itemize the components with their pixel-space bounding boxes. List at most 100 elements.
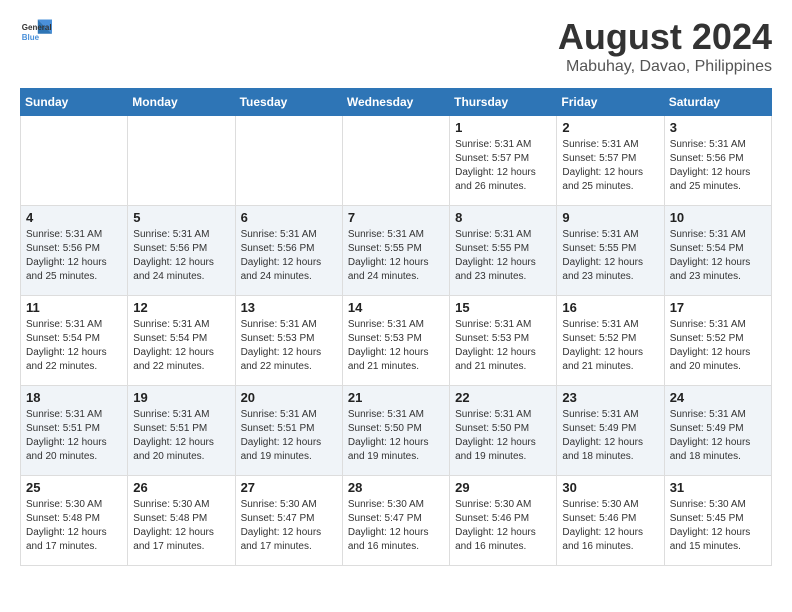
calendar-title: August 2024 [558, 16, 772, 58]
col-wednesday: Wednesday [342, 89, 449, 116]
day-cell: 24Sunrise: 5:31 AM Sunset: 5:49 PM Dayli… [664, 386, 771, 476]
col-sunday: Sunday [21, 89, 128, 116]
day-number: 28 [348, 480, 444, 495]
day-info: Sunrise: 5:31 AM Sunset: 5:50 PM Dayligh… [348, 408, 444, 464]
day-cell [21, 116, 128, 206]
logo: General Blue [20, 16, 52, 48]
day-cell: 19Sunrise: 5:31 AM Sunset: 5:51 PM Dayli… [128, 386, 235, 476]
day-number: 15 [455, 300, 551, 315]
day-number: 2 [562, 120, 658, 135]
day-cell: 6 Sunrise: 5:31 AM Sunset: 5:56 PM Daylig… [235, 206, 342, 296]
day-info: Sunrise: 5:31 AM Sunset: 5:53 PM Dayligh… [348, 318, 444, 374]
day-number: 13 [241, 300, 337, 315]
day-info: Sunrise: 5:30 AM Sunset: 5:45 PM Dayligh… [670, 498, 766, 554]
col-friday: Friday [557, 89, 664, 116]
day-cell: 4Sunrise: 5:31 AM Sunset: 5:56 PM Daylig… [21, 206, 128, 296]
day-info: Sunrise: 5:30 AM Sunset: 5:47 PM Dayligh… [241, 498, 337, 554]
day-number: 7 [348, 210, 444, 225]
header: General Blue August 2024 Mabuhay, Davao,… [20, 16, 772, 76]
logo-icon: General Blue [20, 16, 52, 48]
calendar-table: Sunday Monday Tuesday Wednesday Thursday… [20, 88, 772, 566]
day-info: Sunrise: 5:31 AM Sunset: 5:49 PM Dayligh… [562, 408, 658, 464]
calendar-subtitle: Mabuhay, Davao, Philippines [558, 58, 772, 76]
day-info: Sunrise: 5:30 AM Sunset: 5:48 PM Dayligh… [133, 498, 229, 554]
day-number: 12 [133, 300, 229, 315]
day-number: 1 [455, 120, 551, 135]
day-cell: 20 Sunrise: 5:31 AM Sunset: 5:51 PM Dayli… [235, 386, 342, 476]
week-row-2: 4 Sunrise: 5:31 AM Sunset: 5:56 PM Daylig… [21, 206, 772, 296]
day-cell: 30 Sunrise: 5:30 AM Sunset: 5:46 PM Dayli… [557, 476, 664, 566]
day-cell: 8 Sunrise: 5:31 AM Sunset: 5:55 PM Daylig… [450, 206, 557, 296]
day-info: Sunrise: 5:31 AM Sunset: 5:55 PM Dayligh… [562, 228, 658, 284]
day-number: 31 [670, 480, 766, 495]
day-cell [342, 116, 449, 206]
day-number: 3 [670, 120, 766, 135]
day-info: Sunrise: 5:31 AM Sunset: 5:55 PM Dayligh… [455, 228, 551, 284]
day-number: 29 [455, 480, 551, 495]
day-info: Sunrise: 5:31 AM Sunset: 5:52 PM Dayligh… [670, 318, 766, 374]
day-cell: 14 Sunrise: 5:31 AM Sunset: 5:53 PM Dayli… [342, 296, 449, 386]
day-cell: 15Sunrise: 5:31 AM Sunset: 5:53 PM Dayli… [450, 296, 557, 386]
day-info: Sunrise: 5:31 AM Sunset: 5:52 PM Dayligh… [562, 318, 658, 374]
day-number: 24 [670, 390, 766, 405]
svg-text:Blue: Blue [22, 33, 40, 42]
day-info: Sunrise: 5:31 AM Sunset: 5:55 PM Dayligh… [348, 228, 444, 284]
day-info: Sunrise: 5:30 AM Sunset: 5:47 PM Dayligh… [348, 498, 444, 554]
day-cell: 17 Sunrise: 5:31 AM Sunset: 5:52 PM Dayli… [664, 296, 771, 386]
col-saturday: Saturday [664, 89, 771, 116]
col-tuesday: Tuesday [235, 89, 342, 116]
day-number: 30 [562, 480, 658, 495]
day-info: Sunrise: 5:31 AM Sunset: 5:54 PM Dayligh… [670, 228, 766, 284]
day-cell: 16 Sunrise: 5:31 AM Sunset: 5:52 PM Dayli… [557, 296, 664, 386]
day-number: 11 [26, 300, 122, 315]
title-block: August 2024 Mabuhay, Davao, Philippines [558, 16, 772, 76]
day-number: 6 [241, 210, 337, 225]
day-number: 8 [455, 210, 551, 225]
day-number: 21 [348, 390, 444, 405]
day-info: Sunrise: 5:31 AM Sunset: 5:51 PM Dayligh… [241, 408, 337, 464]
day-info: Sunrise: 5:30 AM Sunset: 5:46 PM Dayligh… [455, 498, 551, 554]
day-cell: 9Sunrise: 5:31 AM Sunset: 5:55 PM Daylig… [557, 206, 664, 296]
page-container: General Blue August 2024 Mabuhay, Davao,… [0, 0, 792, 582]
header-row: Sunday Monday Tuesday Wednesday Thursday… [21, 89, 772, 116]
day-info: Sunrise: 5:31 AM Sunset: 5:57 PM Dayligh… [562, 138, 658, 194]
day-info: Sunrise: 5:30 AM Sunset: 5:46 PM Dayligh… [562, 498, 658, 554]
day-info: Sunrise: 5:31 AM Sunset: 5:51 PM Dayligh… [26, 408, 122, 464]
day-cell [235, 116, 342, 206]
day-cell: 7 Sunrise: 5:31 AM Sunset: 5:55 PM Daylig… [342, 206, 449, 296]
day-cell: 18 Sunrise: 5:31 AM Sunset: 5:51 PM Dayli… [21, 386, 128, 476]
day-cell [128, 116, 235, 206]
svg-text:General: General [22, 23, 52, 32]
col-thursday: Thursday [450, 89, 557, 116]
day-info: Sunrise: 5:31 AM Sunset: 5:57 PM Dayligh… [455, 138, 551, 194]
day-cell: 21 Sunrise: 5:31 AM Sunset: 5:50 PM Dayli… [342, 386, 449, 476]
day-cell: 28 Sunrise: 5:30 AM Sunset: 5:47 PM Dayli… [342, 476, 449, 566]
day-number: 16 [562, 300, 658, 315]
day-number: 4 [26, 210, 122, 225]
day-info: Sunrise: 5:31 AM Sunset: 5:54 PM Dayligh… [133, 318, 229, 374]
day-cell: 23 Sunrise: 5:31 AM Sunset: 5:49 PM Dayli… [557, 386, 664, 476]
day-cell: 3 Sunrise: 5:31 AM Sunset: 5:56 PM Daylig… [664, 116, 771, 206]
day-info: Sunrise: 5:31 AM Sunset: 5:54 PM Dayligh… [26, 318, 122, 374]
day-number: 23 [562, 390, 658, 405]
day-info: Sunrise: 5:31 AM Sunset: 5:56 PM Dayligh… [133, 228, 229, 284]
day-info: Sunrise: 5:31 AM Sunset: 5:56 PM Dayligh… [670, 138, 766, 194]
week-row-4: 18 Sunrise: 5:31 AM Sunset: 5:51 PM Dayli… [21, 386, 772, 476]
day-cell: 31 Sunrise: 5:30 AM Sunset: 5:45 PM Dayli… [664, 476, 771, 566]
day-number: 14 [348, 300, 444, 315]
day-cell: 10 Sunrise: 5:31 AM Sunset: 5:54 PM Dayli… [664, 206, 771, 296]
day-info: Sunrise: 5:31 AM Sunset: 5:56 PM Dayligh… [241, 228, 337, 284]
day-number: 20 [241, 390, 337, 405]
day-cell: 29 Sunrise: 5:30 AM Sunset: 5:46 PM Dayli… [450, 476, 557, 566]
day-number: 17 [670, 300, 766, 315]
day-info: Sunrise: 5:31 AM Sunset: 5:53 PM Dayligh… [241, 318, 337, 374]
day-number: 25 [26, 480, 122, 495]
day-cell: 1 Sunrise: 5:31 AM Sunset: 5:57 PM Daylig… [450, 116, 557, 206]
day-cell: 27Sunrise: 5:30 AM Sunset: 5:47 PM Dayli… [235, 476, 342, 566]
day-number: 18 [26, 390, 122, 405]
day-cell: 2 Sunrise: 5:31 AM Sunset: 5:57 PM Daylig… [557, 116, 664, 206]
day-cell: 12 Sunrise: 5:31 AM Sunset: 5:54 PM Dayli… [128, 296, 235, 386]
day-cell: 25Sunrise: 5:30 AM Sunset: 5:48 PM Dayli… [21, 476, 128, 566]
day-number: 10 [670, 210, 766, 225]
day-cell: 26Sunrise: 5:30 AM Sunset: 5:48 PM Dayli… [128, 476, 235, 566]
